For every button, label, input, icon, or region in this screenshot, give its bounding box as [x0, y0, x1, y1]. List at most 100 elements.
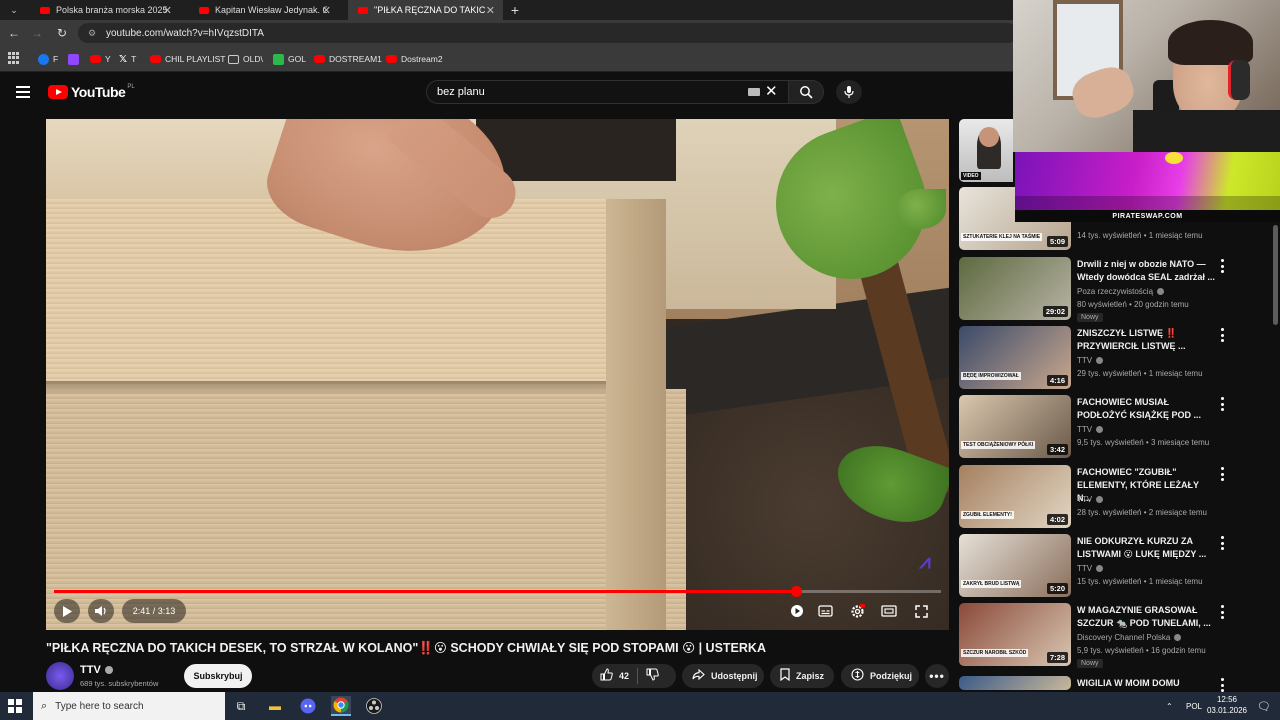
settings-button[interactable] [846, 599, 868, 623]
bookmark-item[interactable]: DOSTREAM1 [314, 52, 382, 66]
theater-mode-button[interactable] [878, 599, 900, 623]
notification-icon[interactable]: 🗨 [1257, 692, 1271, 720]
taskbar-search-field[interactable]: ⌕ Type here to search [33, 692, 225, 720]
like-count: 42 [619, 671, 630, 681]
thumbnail-caption: SZTUKATERIE KLEJ NA TAŚMIE [961, 233, 1043, 241]
recommendation-thumbnail[interactable]: 29:02 [959, 257, 1071, 320]
recommendation-item[interactable]: ZGUBIŁ ELEMENTY! 4:02 FACHOWIEC "ZGUBIŁ" E… [959, 465, 1259, 531]
forward-arrow-icon[interactable]: → [28, 24, 46, 42]
keyboard-icon[interactable] [748, 88, 760, 96]
video-player[interactable]: ⩘ 2:41 / 3:13 [46, 119, 949, 630]
volume-button[interactable] [88, 599, 114, 623]
search-button[interactable] [788, 80, 824, 104]
recommendation-item[interactable]: ZAKRYŁ BRUD LISTWĄ 5:20 NIE ODKURZYŁ KURZU… [959, 534, 1259, 600]
progress-bar[interactable] [54, 586, 941, 597]
recommendation-thumbnail[interactable]: BĘDĘ IMPROWIZOWAŁ 4:16 [959, 326, 1071, 389]
tab-close-icon[interactable]: ✕ [163, 4, 172, 17]
clear-search-icon[interactable]: ✕ [765, 83, 778, 101]
autoplay-icon [791, 605, 803, 617]
bookmark-item[interactable]: OLD\ [228, 52, 263, 66]
search-input[interactable]: bez planu [426, 80, 790, 104]
voice-search-button[interactable] [836, 80, 862, 104]
tab-close-icon[interactable]: ✕ [486, 4, 495, 17]
more-vert-icon[interactable] [1221, 467, 1225, 481]
more-vert-icon[interactable] [1221, 397, 1225, 411]
youtube-logo[interactable]: YouTube PL [48, 84, 135, 100]
browser-tab-active[interactable]: "PIŁKA RĘCZNA DO TAKICH DE ✕ [348, 0, 503, 20]
bookmark-item[interactable]: Dostream2 [386, 52, 443, 66]
recommendation-thumbnail[interactable]: TEST OBCIĄŻENIOWY PÓŁKI 3:42 [959, 395, 1071, 458]
autoplay-toggle[interactable] [786, 599, 808, 623]
recommendation-item[interactable]: BĘDĘ IMPROWIZOWAŁ 4:16 ZNISZCZYŁ LISTWĘ ‼️… [959, 326, 1259, 392]
discord-icon[interactable] [298, 696, 318, 716]
bookmark-item[interactable]: CHIL PLAYLIST [150, 52, 225, 66]
recommendation-title[interactable]: NIE ODKURZYŁ KURZU ZA LISTWAMI 😮 LUKĘ MI… [1077, 535, 1215, 561]
reload-icon[interactable]: ↻ [53, 24, 71, 42]
back-arrow-icon[interactable]: ← [5, 24, 23, 42]
taskbar-clock[interactable]: 12:56 03.01.2026 [1205, 694, 1249, 716]
recommendation-channel[interactable]: Poza rzeczywistością [1077, 287, 1165, 296]
task-view-icon[interactable]: ⧉ [231, 696, 251, 716]
more-vert-icon[interactable] [1221, 605, 1225, 619]
menu-icon[interactable] [16, 86, 30, 98]
play-button[interactable] [54, 599, 80, 623]
subtitles-button[interactable] [814, 599, 836, 623]
channel-watermark-icon[interactable]: ⩘ [912, 551, 938, 573]
more-vert-icon[interactable] [1221, 678, 1225, 692]
recommendation-channel[interactable]: TTV [1077, 495, 1104, 504]
file-explorer-icon[interactable]: ▬ [265, 696, 285, 716]
new-tab-plus-icon[interactable]: + [507, 0, 523, 20]
windows-start-icon[interactable] [8, 699, 22, 713]
subscribe-button[interactable]: Subskrybuj [184, 664, 252, 688]
dislike-button[interactable] [646, 668, 659, 684]
share-button[interactable]: Udostępnij [682, 664, 764, 688]
channel-name-link[interactable]: TTV [80, 664, 113, 676]
browser-tab[interactable]: Polska branża morska 2025 - Yo ✕ [30, 0, 180, 20]
recommendation-channel[interactable]: Discovery Channel Polska [1077, 633, 1182, 642]
tab-search-chevron-icon[interactable]: ⌄ [6, 2, 22, 18]
fullscreen-button[interactable] [910, 599, 932, 623]
address-bar-input[interactable]: ⚙ youtube.com/watch?v=hIVqzstDITA [78, 23, 1018, 43]
more-vert-icon[interactable] [1221, 328, 1225, 342]
bookmark-item[interactable] [68, 52, 83, 66]
recommendation-thumbnail[interactable]: ZAKRYŁ BRUD LISTWĄ 5:20 [959, 534, 1071, 597]
tray-chevron-icon[interactable]: ⌃ [1166, 692, 1173, 720]
recommendation-item[interactable]: TEST OBCIĄŻENIOWY PÓŁKI 3:42 FACHOWIEC MUS… [959, 395, 1259, 461]
bookmark-item[interactable]: 𝕏T [119, 52, 136, 66]
more-vert-icon[interactable] [1221, 536, 1225, 550]
recommendation-title[interactable]: ZNISZCZYŁ LISTWĘ ‼️ PRZYWIERCIŁ LISTWĘ .… [1077, 327, 1215, 353]
thanks-button[interactable]: Podziękuj [841, 664, 919, 688]
channel-avatar[interactable] [46, 662, 74, 690]
recommendation-item[interactable]: 29:02 Drwili z niej w obozie NATO — Wtedy… [959, 257, 1259, 323]
recommendation-channel[interactable]: TTV [1077, 356, 1104, 365]
input-language[interactable]: POL [1186, 692, 1202, 720]
recommendation-title[interactable]: WIGILIA W MOIM DOMU [1077, 677, 1215, 690]
recommendation-channel[interactable]: TTV [1077, 425, 1104, 434]
youtube-icon [314, 55, 325, 63]
like-button[interactable] [600, 668, 613, 684]
bookmark-item[interactable]: GOL [273, 52, 306, 66]
bookmark-item[interactable]: Y [90, 52, 111, 66]
browser-tab[interactable]: Kapitan Wiesław Jedynak. Ostat ✕ [189, 0, 339, 20]
obs-icon[interactable] [364, 696, 384, 716]
tab-close-icon[interactable]: ✕ [322, 4, 331, 17]
recommendation-title[interactable]: Drwili z niej w obozie NATO — Wtedy dowó… [1077, 258, 1215, 284]
twitch-icon [68, 53, 79, 65]
more-actions-button[interactable]: ••• [925, 664, 949, 688]
save-button[interactable]: Zapisz [770, 664, 834, 688]
more-vert-icon[interactable] [1221, 259, 1225, 273]
recommendation-item[interactable]: SZCZUR NAROBIŁ SZKÓD 7:28 W MAGAZYNIE GRAS… [959, 603, 1259, 669]
sidebar-scrollbar[interactable] [1273, 225, 1278, 325]
recommendation-title[interactable]: W MAGAZYNIE GRASOWAŁ SZCZUR 🐀 POD TUNELA… [1077, 604, 1215, 630]
webcam-shirt [1133, 110, 1280, 152]
bookmark-item[interactable]: F [38, 52, 58, 66]
recommendation-thumbnail[interactable]: ZGUBIŁ ELEMENTY! 4:02 [959, 465, 1071, 528]
chrome-icon[interactable] [331, 696, 351, 716]
recommendation-thumbnail[interactable] [959, 676, 1071, 690]
recommendation-thumbnail[interactable]: SZCZUR NAROBIŁ SZKÓD 7:28 [959, 603, 1071, 666]
recommendation-channel[interactable]: TTV [1077, 564, 1104, 573]
recommendation-title[interactable]: FACHOWIEC MUSIAŁ PODŁOŻYĆ KSIĄŻKĘ POD ..… [1077, 396, 1215, 422]
site-info-icon[interactable]: ⚙ [88, 28, 98, 38]
recommendation-thumbnail-partial[interactable]: VIDEO [959, 119, 1013, 182]
apps-grid-icon[interactable] [8, 52, 20, 64]
